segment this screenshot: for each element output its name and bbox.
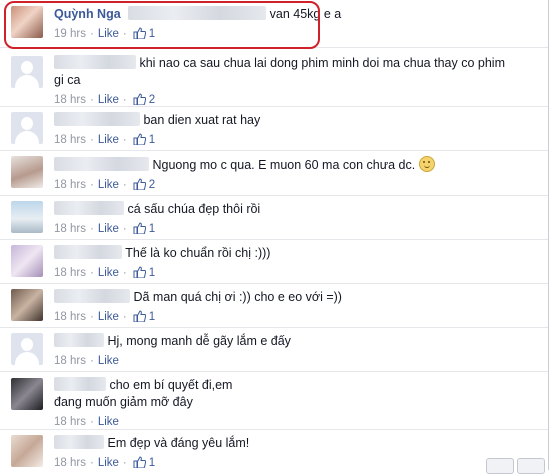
like-link[interactable]: Like: [98, 416, 119, 428]
comment-item: Thế là ko chuẩn rồi chị :))) 18 hrs · Like…: [0, 239, 548, 284]
thumbs-up-icon[interactable]: [133, 133, 146, 146]
comment-item: khi nao ca sau chua lai dong phim minh d…: [0, 47, 548, 107]
comment-text: ban dien xuat rat hay: [143, 113, 261, 127]
comment-text: Thế là ko chuẩn rồi chị :))): [125, 246, 271, 260]
commenter-avatar[interactable]: [11, 156, 43, 188]
comment-time[interactable]: 18 hrs: [54, 457, 86, 469]
thumbs-up-icon[interactable]: [133, 456, 146, 469]
like-link[interactable]: Like: [98, 223, 119, 235]
comment-item: Em đẹp và đáng yêu lắm! 18 hrs · Like · 1: [0, 429, 548, 470]
comment-time[interactable]: 18 hrs: [54, 94, 86, 106]
like-count[interactable]: 1: [149, 267, 155, 279]
like-link[interactable]: Like: [98, 457, 119, 469]
like-count[interactable]: 1: [149, 223, 155, 235]
blurred-name: [54, 289, 130, 303]
comment-list: Quỳnh Nga van 45kg e a 19 hrs · Like · 1 khi…: [0, 0, 549, 474]
comment-time[interactable]: 18 hrs: [54, 355, 86, 367]
blurred-name: [54, 245, 122, 259]
thumbs-up-icon[interactable]: [133, 222, 146, 235]
like-count[interactable]: 2: [149, 94, 155, 106]
blurred-name: [54, 55, 136, 69]
comment-text: Nguong mo c qua. E muon 60 ma con chưa d…: [152, 158, 416, 172]
blurred-name: [54, 112, 140, 126]
comment-item: Nguong mo c qua. E muon 60 ma con chưa d…: [0, 150, 548, 196]
comment-text-line2: gi ca: [54, 73, 81, 87]
comment-text: Dã man quá chị ơi :)) cho e eo với =)): [133, 290, 342, 304]
comment-time[interactable]: 18 hrs: [54, 311, 86, 323]
comment-item: Hj, mong manh dễ gãy lắm e đấy 18 hrs · Li…: [0, 327, 548, 372]
like-count[interactable]: 1: [149, 311, 155, 323]
comment-item: cho em bí quyết đi,em đang muốn giảm mỡ …: [0, 371, 548, 430]
like-link[interactable]: Like: [98, 355, 119, 367]
blurred-name: [54, 333, 104, 347]
comment-time[interactable]: 18 hrs: [54, 134, 86, 146]
default-avatar-icon[interactable]: [11, 112, 43, 144]
comment-time[interactable]: 18 hrs: [54, 179, 86, 191]
comment-item: ban dien xuat rat hay 18 hrs · Like · 1: [0, 106, 548, 151]
comment-text-line1: khi nao ca sau chua lai dong phim minh d…: [139, 56, 505, 70]
default-avatar-icon[interactable]: [11, 56, 43, 88]
thumbs-up-icon[interactable]: [133, 266, 146, 279]
commenter-avatar[interactable]: [11, 378, 43, 410]
commenter-avatar[interactable]: [11, 289, 43, 321]
like-count[interactable]: 2: [149, 179, 155, 191]
thumbs-up-icon[interactable]: [133, 310, 146, 323]
blurred-name: [54, 435, 104, 449]
blurred-name: [54, 157, 149, 171]
smiley-emoji-icon: [419, 156, 436, 172]
thumbs-up-icon[interactable]: [133, 93, 146, 106]
comment-text: cá sấu chúa đẹp thôi rồi: [127, 202, 261, 216]
like-link[interactable]: Like: [98, 267, 119, 279]
comment-text-line1: cho em bí quyết đi,em: [109, 378, 233, 392]
commenter-avatar[interactable]: [11, 201, 43, 233]
highlight-outline: [4, 1, 320, 49]
comment-text-line2: đang muốn giảm mỡ đây: [54, 395, 193, 409]
like-link[interactable]: Like: [98, 94, 119, 106]
comment-time[interactable]: 18 hrs: [54, 223, 86, 235]
comment-text: Em đẹp và đáng yêu lắm!: [107, 436, 250, 450]
comment-time[interactable]: 18 hrs: [54, 416, 86, 428]
comment-item: Quỳnh Nga van 45kg e a 19 hrs · Like · 1: [0, 0, 548, 49]
comment-item: Dã man quá chị ơi :)) cho e eo với =)) 1…: [0, 283, 548, 328]
chat-toolbar-button[interactable]: [486, 458, 514, 474]
thumbs-up-icon[interactable]: [133, 178, 146, 191]
commenter-avatar[interactable]: [11, 435, 43, 467]
comment-time[interactable]: 18 hrs: [54, 267, 86, 279]
like-count[interactable]: 1: [149, 134, 155, 146]
blurred-name: [54, 377, 106, 391]
like-count[interactable]: 1: [149, 457, 155, 469]
like-link[interactable]: Like: [98, 179, 119, 191]
comment-item: cá sấu chúa đẹp thôi rồi 18 hrs · Like · 1: [0, 195, 548, 240]
like-link[interactable]: Like: [98, 311, 119, 323]
default-avatar-icon[interactable]: [11, 333, 43, 365]
blurred-name: [54, 201, 124, 215]
like-link[interactable]: Like: [98, 134, 119, 146]
commenter-avatar[interactable]: [11, 245, 43, 277]
comment-text: Hj, mong manh dễ gãy lắm e đấy: [107, 334, 291, 348]
chat-toolbar-button[interactable]: [517, 458, 545, 474]
